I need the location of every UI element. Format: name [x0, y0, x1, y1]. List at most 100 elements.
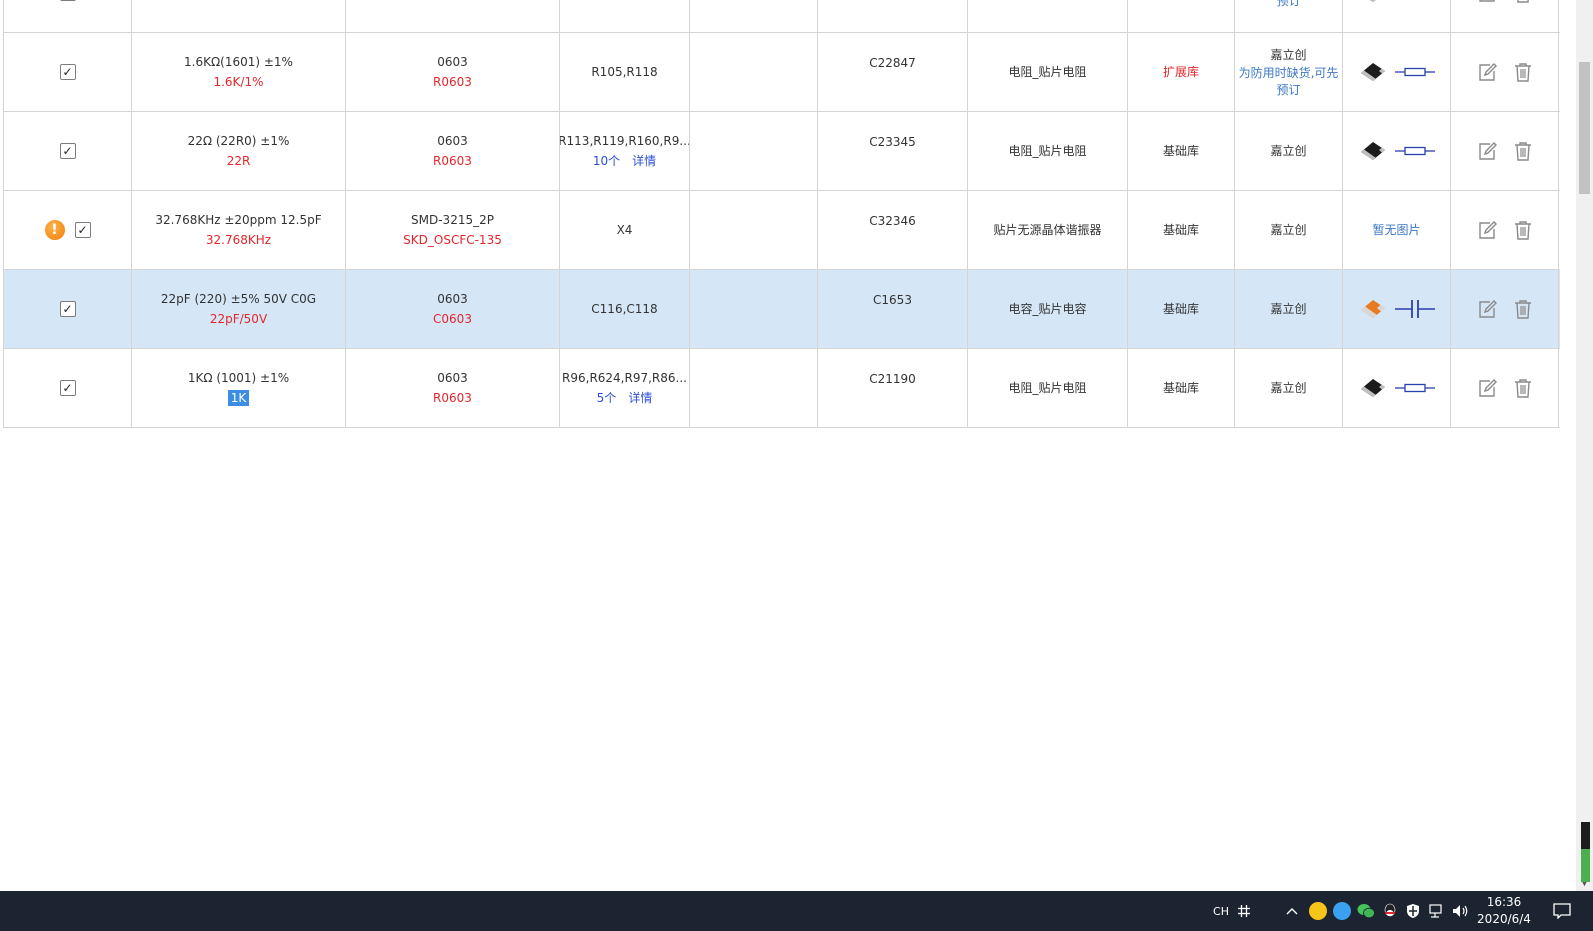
- designator-count: 10个: [592, 154, 621, 168]
- notification-center-icon[interactable]: [1549, 891, 1575, 931]
- select-cell: ✓: [4, 349, 132, 427]
- edit-icon[interactable]: [1476, 140, 1498, 162]
- part-value: 32.768KHz: [205, 233, 272, 247]
- edit-icon[interactable]: [1476, 0, 1498, 4]
- part-code-cell: [818, 0, 968, 32]
- package-name: 0603: [437, 55, 468, 69]
- supplier-cell: 嘉立创: [1235, 270, 1343, 348]
- part-name-cell: 32.768KHz ±20ppm 12.5pF 32.768KHz: [132, 191, 346, 269]
- package-name: 0603: [437, 371, 468, 385]
- library-cell: 基础库: [1128, 349, 1235, 427]
- warning-icon[interactable]: !: [44, 220, 65, 240]
- part-image-cell: [1343, 270, 1451, 348]
- ime-grid-icon[interactable]: [1233, 891, 1255, 931]
- blank-cell: [690, 0, 818, 32]
- blank-cell: [690, 33, 818, 111]
- clock-time: 16:36: [1486, 895, 1522, 909]
- library-type: 扩展库: [1162, 65, 1199, 79]
- package-name: SMD-3215_2P: [411, 213, 494, 227]
- qq-icon[interactable]: [1380, 891, 1400, 931]
- part-name: 22pF (220) ±5% 50V C0G: [160, 292, 317, 306]
- table-row[interactable]: ✓ 1KΩ (1001) ±1% 1K 0603 R0603 R96,R624,…: [3, 349, 1560, 428]
- actions-cell: [1451, 349, 1559, 427]
- table-row[interactable]: ✓ 1.6KΩ(1601) ±1% 1.6K/1% 0603 R0603 R10…: [3, 33, 1560, 112]
- ime-language-indicator[interactable]: CH: [1212, 891, 1230, 931]
- footprint-name: C0603: [433, 312, 472, 326]
- package-cell: 0603 R0603: [346, 349, 560, 427]
- part-image-cell: [1343, 0, 1451, 32]
- row-checkbox[interactable]: ✓: [59, 301, 76, 317]
- designator-list: R113,R119,R160,R9...: [560, 134, 690, 148]
- vertical-scrollbar[interactable]: ▼: [1576, 0, 1593, 891]
- package-cell: 0603 R0603: [346, 33, 560, 111]
- supplier-preorder-note: 为防用时缺货,可先预订: [1276, 0, 1301, 8]
- table-row[interactable]: ✓ 22Ω (22R0) ±1% 22R 0603 R0603 R113,R11…: [3, 112, 1560, 191]
- edit-icon[interactable]: [1476, 377, 1498, 399]
- supplier-cell: 为防用时缺货,可先预订: [1235, 0, 1343, 32]
- part-name-cell: 22Ω (22R0) ±1% 22R: [132, 112, 346, 190]
- supplier-cell: 嘉立创 为防用时缺货,可先预订: [1235, 33, 1343, 111]
- row-checkbox[interactable]: ✓: [59, 143, 76, 159]
- volume-icon[interactable]: [1450, 891, 1472, 931]
- part-name-cell: 22pF (220) ±5% 50V C0G 22pF/50V: [132, 270, 346, 348]
- delete-trash-icon[interactable]: [1512, 61, 1534, 83]
- tray-app-blue-icon[interactable]: [1332, 891, 1352, 931]
- row-checkbox[interactable]: ✓: [59, 0, 76, 1]
- network-icon[interactable]: [1426, 891, 1448, 931]
- footprint-name: R0603: [433, 391, 472, 405]
- edit-icon[interactable]: [1476, 298, 1498, 320]
- row-checkbox[interactable]: ✓: [59, 64, 76, 80]
- library-cell: 基础库: [1128, 270, 1235, 348]
- security-shield-icon[interactable]: [1403, 891, 1423, 931]
- footprint-name: R0603: [433, 75, 472, 89]
- designator-list: C116,C118: [591, 302, 658, 316]
- select-cell: ✓: [4, 270, 132, 348]
- package-cell: SMD-3215_2P SKD_OSCFC-135: [346, 191, 560, 269]
- blank-cell: [690, 270, 818, 348]
- part-image-cell: 暂无图片: [1343, 191, 1451, 269]
- blank-cell: [690, 349, 818, 427]
- part-name: 1KΩ (1001) ±1%: [187, 371, 290, 385]
- edit-icon[interactable]: [1476, 219, 1498, 241]
- library-type: 基础库: [1162, 144, 1199, 158]
- library-cell: [1128, 0, 1235, 32]
- table-row[interactable]: ✓ 22pF (220) ±5% 50V C0G 22pF/50V 0603 C…: [3, 270, 1560, 349]
- table-row[interactable]: ✓ SMD1206P050TF SKD_F1206 为防用时缺货,可先预订: [3, 0, 1560, 33]
- part-code-cell: C22847: [818, 33, 968, 111]
- part-value: 22pF/50V: [209, 312, 268, 326]
- part-name: 22Ω (22R0) ±1%: [187, 134, 290, 148]
- wechat-icon[interactable]: [1356, 891, 1376, 931]
- row-checkbox[interactable]: ✓: [59, 380, 76, 396]
- part-code: C32346: [869, 214, 916, 228]
- delete-trash-icon[interactable]: [1512, 219, 1534, 241]
- edit-icon[interactable]: [1476, 61, 1498, 83]
- resistor-symbol-icon: [1394, 146, 1435, 156]
- resistor-symbol-icon: [1394, 67, 1435, 77]
- delete-trash-icon[interactable]: [1512, 0, 1534, 4]
- part-code: C22847: [869, 56, 916, 70]
- category-cell: 电阻_贴片电阻: [968, 33, 1128, 111]
- category-cell: 电容_贴片电容: [968, 270, 1128, 348]
- clock-date: 2020/6/4: [1477, 912, 1531, 926]
- category: 电容_贴片电容: [1008, 302, 1087, 316]
- designator-cell: R105,R118: [560, 33, 690, 111]
- resistor-chip-icon: [1360, 379, 1385, 397]
- blank-cell: [690, 191, 818, 269]
- designator-detail-link[interactable]: 详情: [628, 391, 652, 405]
- tray-chevron-up-icon[interactable]: [1283, 891, 1301, 931]
- package-cell: SKD_F1206: [346, 0, 560, 32]
- delete-trash-icon[interactable]: [1512, 377, 1534, 399]
- taskbar-clock[interactable]: 16:36 2020/6/4: [1470, 894, 1538, 928]
- part-name-cell: SMD1206P050TF: [132, 0, 346, 32]
- table-row[interactable]: ! ✓ 32.768KHz ±20ppm 12.5pF 32.768KHz SMD…: [3, 191, 1560, 270]
- capacitor-chip-icon: [1360, 300, 1385, 318]
- tray-app-yellow-icon[interactable]: [1308, 891, 1328, 931]
- package-cell: 0603 R0603: [346, 112, 560, 190]
- designator-detail-link[interactable]: 详情: [632, 154, 656, 168]
- part-value: 22R: [226, 154, 251, 168]
- supplier-name: 嘉立创: [1270, 381, 1307, 395]
- row-checkbox[interactable]: ✓: [74, 222, 91, 238]
- delete-trash-icon[interactable]: [1512, 298, 1534, 320]
- scroll-thumb[interactable]: [1579, 62, 1590, 194]
- delete-trash-icon[interactable]: [1512, 140, 1534, 162]
